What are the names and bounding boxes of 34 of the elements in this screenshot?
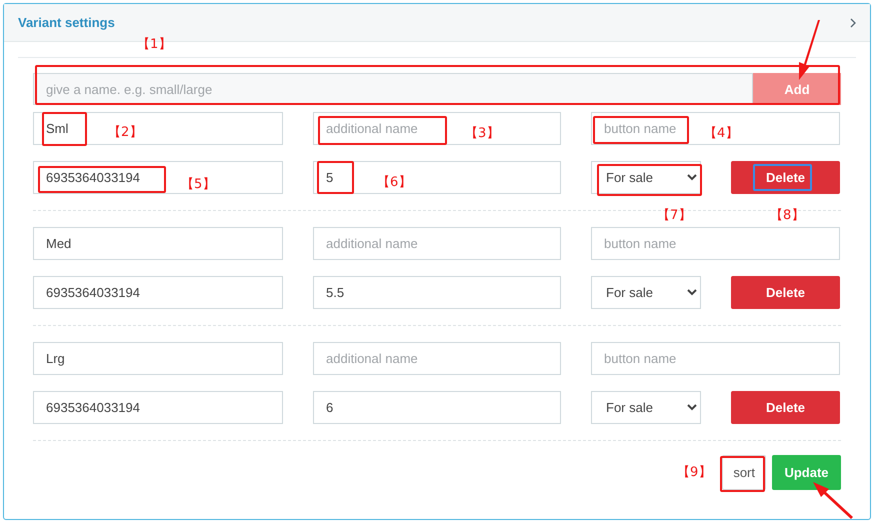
name-field[interactable]: Med: [33, 227, 283, 260]
barcode-field[interactable]: 6935364033194: [33, 276, 283, 309]
annotation-label: 【8】: [770, 207, 804, 224]
annotation-label: 【6】: [377, 174, 412, 191]
sort-button[interactable]: sort: [722, 455, 766, 490]
annotation-arrow: [799, 20, 820, 80]
highlight-frame: [753, 164, 812, 191]
panel-title: Variant settings: [18, 15, 115, 30]
annotation-label: 【5】: [181, 176, 216, 193]
annotation-label: 【2】: [108, 124, 142, 141]
status-select[interactable]: For sale: [591, 391, 701, 424]
name-field[interactable]: Lrg: [33, 342, 283, 375]
button-name-field[interactable]: button name: [591, 227, 840, 260]
annotation-label: 【9】: [677, 464, 712, 481]
status-select[interactable]: For sale: [591, 161, 701, 194]
button-name-field[interactable]: button name: [591, 342, 840, 375]
annotation-label: 【7】: [657, 207, 692, 224]
annotation-label: 【4】: [704, 125, 738, 142]
highlight-frame: [42, 112, 87, 146]
highlight-frame: [317, 161, 354, 194]
delete-button[interactable]: Delete: [731, 391, 840, 424]
highlight-frame: [720, 456, 765, 492]
variant-name-field[interactable]: give a name. e.g. small/large: [33, 73, 753, 105]
barcode-field[interactable]: 6935364033194: [33, 391, 283, 424]
additional-name-field[interactable]: additional name: [313, 342, 561, 375]
additional-name-field[interactable]: additional name: [313, 227, 561, 260]
chevron-icon[interactable]: [850, 18, 856, 28]
price-field[interactable]: 6: [313, 391, 561, 424]
annotation-arrow: [813, 482, 853, 519]
annotation-label: 【3】: [465, 125, 500, 142]
delete-button[interactable]: Delete: [731, 161, 840, 194]
delete-button[interactable]: Delete: [731, 276, 840, 309]
price-field[interactable]: 5.5: [313, 276, 561, 309]
status-select[interactable]: For sale: [591, 276, 701, 309]
